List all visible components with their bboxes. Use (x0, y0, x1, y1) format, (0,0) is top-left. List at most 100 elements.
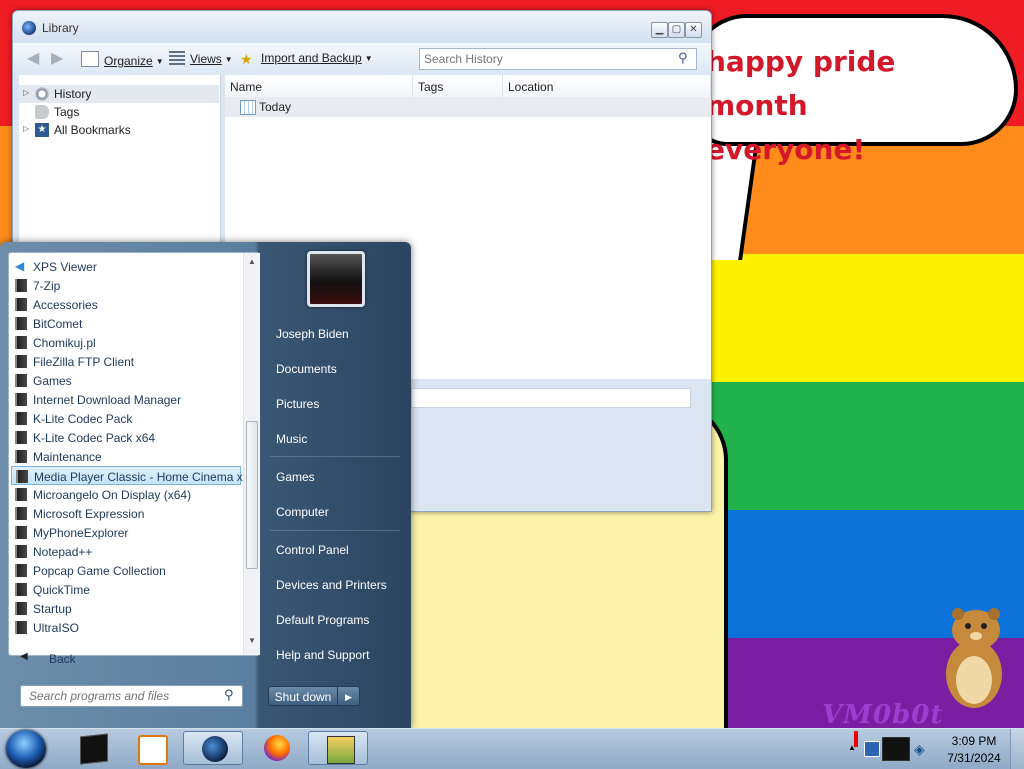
games-link[interactable]: Games (276, 470, 315, 484)
pictures-link[interactable]: Pictures (276, 397, 319, 411)
program-item-label: Microsoft Expression (33, 507, 145, 521)
tray-app-icon[interactable] (864, 741, 880, 757)
control-panel-link[interactable]: Control Panel (276, 543, 349, 557)
documents-link[interactable]: Documents (276, 362, 337, 376)
taskbar-app-button[interactable] (308, 731, 368, 765)
search-history-field[interactable]: ⚲ (419, 48, 697, 70)
program-item[interactable]: FileZilla FTP Client (11, 352, 241, 371)
search-icon[interactable]: ⚲ (678, 51, 692, 65)
firefox-dark-icon (202, 736, 228, 762)
user-avatar[interactable] (307, 251, 365, 307)
calendar-icon (240, 100, 256, 115)
computer-link[interactable]: Computer (276, 505, 329, 519)
watermark-text: VM0b0t (822, 700, 944, 728)
scrollbar[interactable]: ▲ ▼ (243, 253, 260, 655)
program-item[interactable]: Maintenance (11, 447, 241, 466)
start-orb-button[interactable] (6, 730, 46, 768)
program-item[interactable]: BitComet (11, 314, 241, 333)
program-item[interactable]: Microsoft Expression (11, 504, 241, 523)
show-desktop-button[interactable] (1010, 729, 1024, 769)
taskbar-app-button[interactable] (62, 731, 122, 765)
program-item[interactable]: UltraISO (11, 618, 241, 637)
expand-arrow-icon[interactable]: ▷ (23, 88, 29, 97)
forward-arrow-icon[interactable]: ▶ (51, 51, 63, 67)
devices-printers-link[interactable]: Devices and Printers (276, 578, 387, 592)
views-label: Views (190, 52, 222, 66)
shutdown-options-button[interactable]: ▶ (338, 686, 360, 706)
program-item[interactable]: Popcap Game Collection (11, 561, 241, 580)
music-link[interactable]: Music (276, 432, 307, 446)
views-menu[interactable]: Views ▼ (169, 51, 233, 66)
folder-icon (15, 583, 27, 596)
program-item[interactable]: K-Lite Codec Pack (11, 409, 241, 428)
tray-flag-icon[interactable] (854, 731, 858, 747)
tree-item-history[interactable]: ▷ History (19, 85, 219, 103)
maximize-button[interactable]: ▢ (668, 22, 685, 38)
folder-icon (15, 298, 27, 311)
program-item[interactable]: Accessories (11, 295, 241, 314)
menu-separator (270, 456, 400, 457)
taskbar-app-button[interactable] (120, 731, 180, 765)
scroll-down-icon[interactable]: ▼ (248, 636, 256, 645)
back-button[interactable]: ◀ Back (10, 646, 258, 670)
program-item[interactable]: Media Player Classic - Home Cinema x64 (11, 466, 256, 485)
folder-icon (15, 374, 27, 387)
black-window-app-icon (80, 733, 108, 765)
title-bar[interactable]: Library ▁ ▢ ✕ (13, 11, 711, 43)
program-item-label: MyPhoneExplorer (33, 526, 129, 540)
program-item[interactable]: 7-Zip (11, 276, 241, 295)
shutdown-button[interactable]: Shut down (268, 686, 338, 706)
clock[interactable]: 3:09 PM 7/31/2024 (940, 729, 1008, 769)
column-header-tags[interactable]: Tags (413, 75, 503, 97)
tray-device-icon[interactable] (882, 737, 910, 761)
expand-arrow-icon[interactable]: ▷ (23, 124, 29, 133)
program-item[interactable]: QuickTime (11, 580, 241, 599)
user-name-link[interactable]: Joseph Biden (276, 327, 349, 341)
tree-item-tags[interactable]: Tags (19, 103, 219, 121)
firefox-icon (264, 735, 290, 761)
list-item[interactable]: Today (225, 97, 711, 117)
program-item[interactable]: Microangelo On Display (x64) (11, 485, 241, 504)
close-button[interactable]: ✕ (685, 22, 702, 38)
program-item[interactable]: Startup (11, 599, 241, 618)
program-item[interactable]: Chomikuj.pl (11, 333, 241, 352)
default-programs-link[interactable]: Default Programs (276, 613, 369, 627)
import-backup-menu[interactable]: ★ Import and Backup ▼ (240, 51, 373, 66)
media-player-icon (138, 735, 168, 765)
folder-icon (15, 393, 27, 406)
start-search-field[interactable]: ⚲ (20, 685, 243, 707)
program-item-label: Internet Download Manager (33, 393, 182, 407)
import-backup-label: Import and Backup (261, 51, 362, 65)
column-header-name[interactable]: Name (225, 75, 413, 97)
program-item[interactable]: ◀ XPS Viewer (11, 257, 241, 276)
scroll-up-icon[interactable]: ▲ (248, 257, 256, 266)
tree-item-label: All Bookmarks (54, 123, 131, 137)
network-icon[interactable]: ◈ (914, 741, 925, 758)
list-item-name: Today (259, 100, 292, 114)
organize-menu[interactable]: Organize ▼ (81, 51, 164, 68)
column-header-location[interactable]: Location (503, 75, 711, 97)
scrollbar-thumb[interactable] (246, 421, 258, 569)
back-arrow-icon[interactable]: ◀ (27, 51, 39, 67)
search-history-input[interactable] (424, 51, 674, 66)
tree-item-label: Tags (54, 105, 80, 119)
details-field[interactable] (411, 388, 691, 408)
program-item[interactable]: MyPhoneExplorer (11, 523, 241, 542)
search-icon[interactable]: ⚲ (224, 688, 238, 702)
hamster-gadget-icon[interactable] (938, 606, 1008, 710)
folder-icon (15, 526, 27, 539)
program-item[interactable]: Games (11, 371, 241, 390)
program-item[interactable]: Internet Download Manager (11, 390, 241, 409)
folder-icon (15, 621, 27, 634)
program-item[interactable]: Notepad++ (11, 542, 241, 561)
tree-item-all-bookmarks[interactable]: ▷ ★ All Bookmarks (19, 121, 219, 139)
taskbar-app-button[interactable] (183, 731, 243, 765)
taskbar-app-button[interactable] (246, 731, 306, 765)
start-search-input[interactable] (29, 689, 219, 703)
program-item[interactable]: K-Lite Codec Pack x64 (11, 428, 241, 447)
views-list-icon (169, 51, 185, 65)
start-menu: ◀ XPS Viewer 7-Zip Accessories BitComet Chomi… (0, 242, 411, 728)
help-support-link[interactable]: Help and Support (276, 648, 369, 662)
taskbar: ▲ ◈ 3:09 PM 7/31/2024 (0, 728, 1024, 769)
minimize-button[interactable]: ▁ (651, 22, 668, 38)
